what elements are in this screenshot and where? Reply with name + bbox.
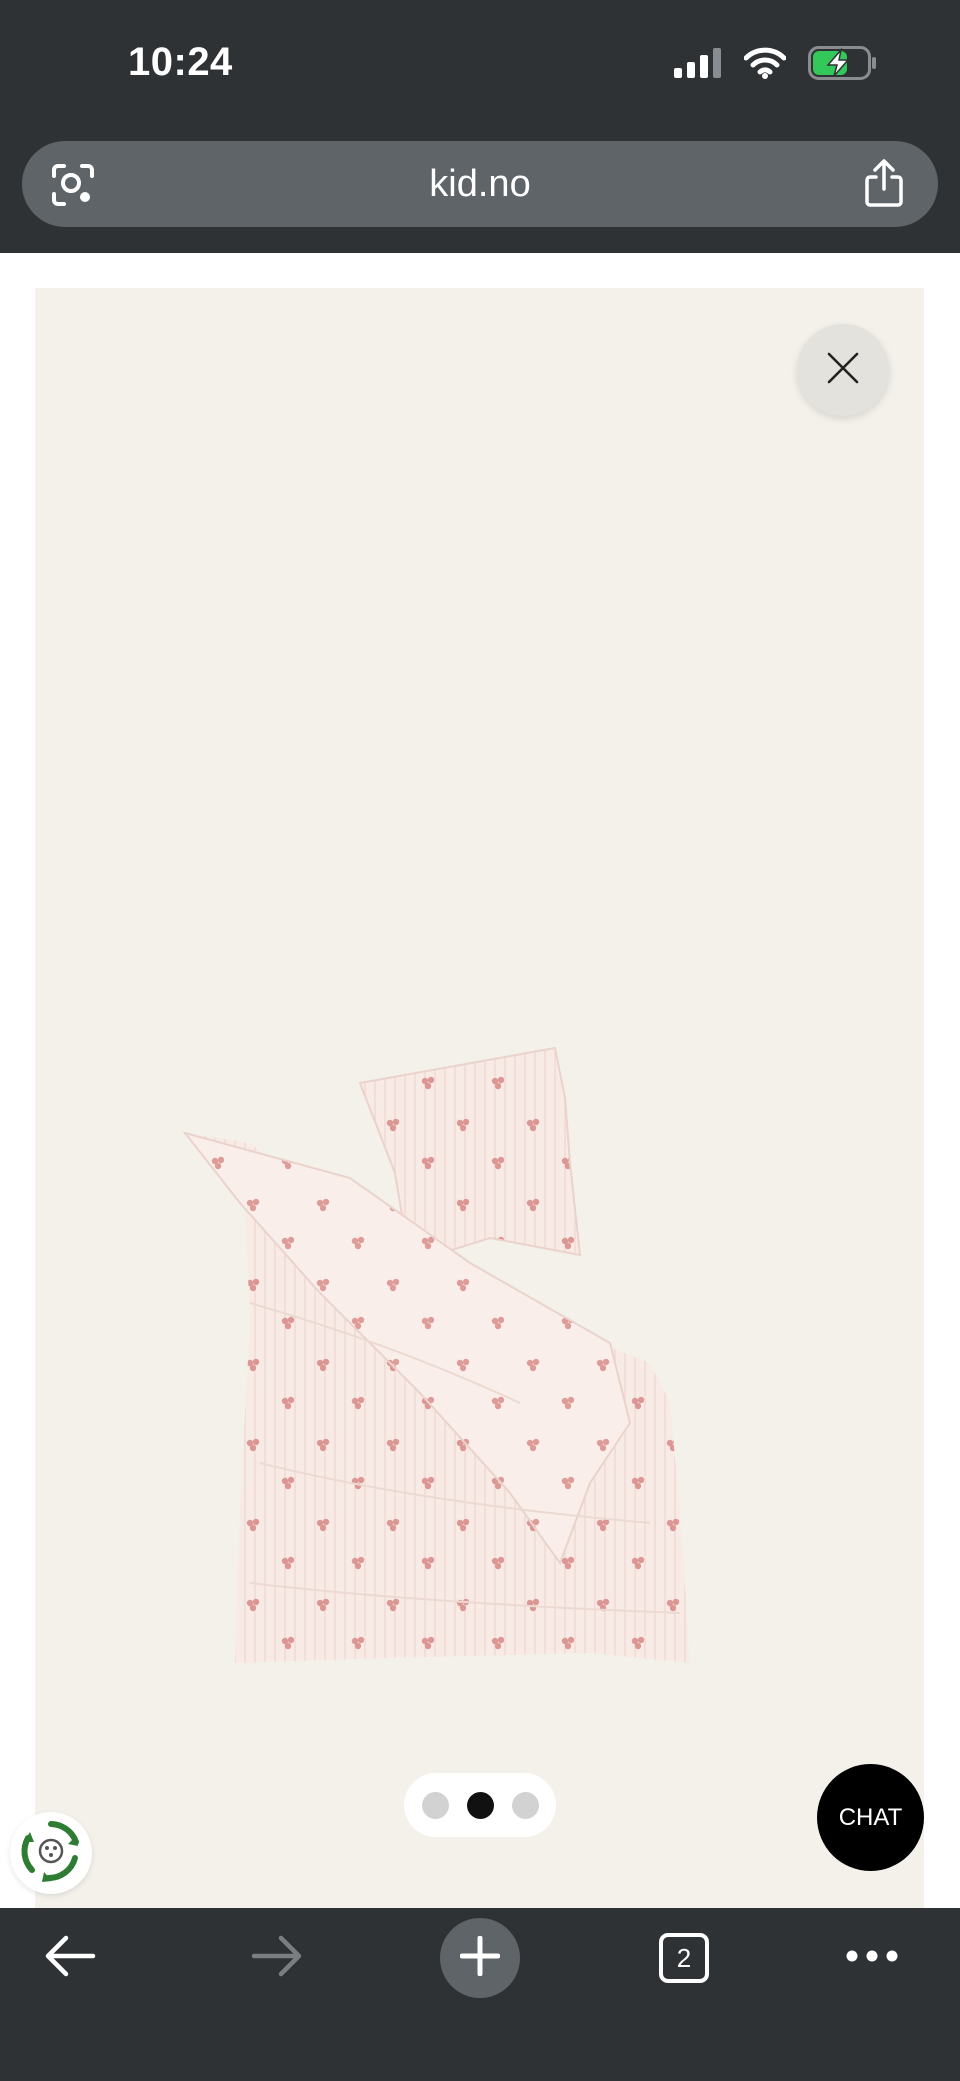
url-text[interactable]: kid.no <box>22 163 938 206</box>
pagination-dot-3[interactable] <box>511 1791 539 1819</box>
image-pagination-dots[interactable] <box>404 1773 556 1837</box>
back-button[interactable] <box>25 1908 115 2008</box>
wifi-icon <box>743 47 787 84</box>
chat-button[interactable]: CHAT <box>817 1764 924 1871</box>
more-icon <box>846 1949 898 1967</box>
product-image-gallery[interactable] <box>35 288 924 1908</box>
close-icon <box>826 351 860 390</box>
tab-count: 2 <box>676 1942 692 1973</box>
address-bar[interactable]: kid.no <box>22 141 938 227</box>
eco-badge[interactable] <box>10 1812 92 1894</box>
status-icons <box>674 46 878 85</box>
more-button[interactable] <box>827 1908 917 2008</box>
pagination-dot-1[interactable] <box>421 1791 449 1819</box>
chat-label: CHAT <box>838 1803 903 1831</box>
share-icon[interactable] <box>862 159 906 207</box>
tabs-button[interactable]: 2 <box>639 1908 729 2008</box>
status-time: 10:24 <box>128 40 233 84</box>
bedding-set-image[interactable] <box>90 703 870 1703</box>
forward-arrow-icon <box>251 1934 303 1983</box>
battery-charging-icon <box>808 46 878 85</box>
cellular-signal-icon <box>674 48 722 83</box>
forward-button[interactable] <box>232 1908 322 2008</box>
recycle-badge-icon <box>18 1818 84 1889</box>
new-tab-plus-icon <box>459 1935 501 1981</box>
close-button[interactable] <box>797 324 889 416</box>
browser-bottom-toolbar: 2 <box>0 1908 960 2081</box>
pagination-dot-2[interactable] <box>466 1791 494 1819</box>
browser-top-chrome: 10:24 kid.no <box>0 0 960 253</box>
tabs-icon: 2 <box>659 1933 709 1983</box>
new-tab-button[interactable] <box>440 1918 520 1998</box>
back-arrow-icon <box>44 1934 96 1983</box>
